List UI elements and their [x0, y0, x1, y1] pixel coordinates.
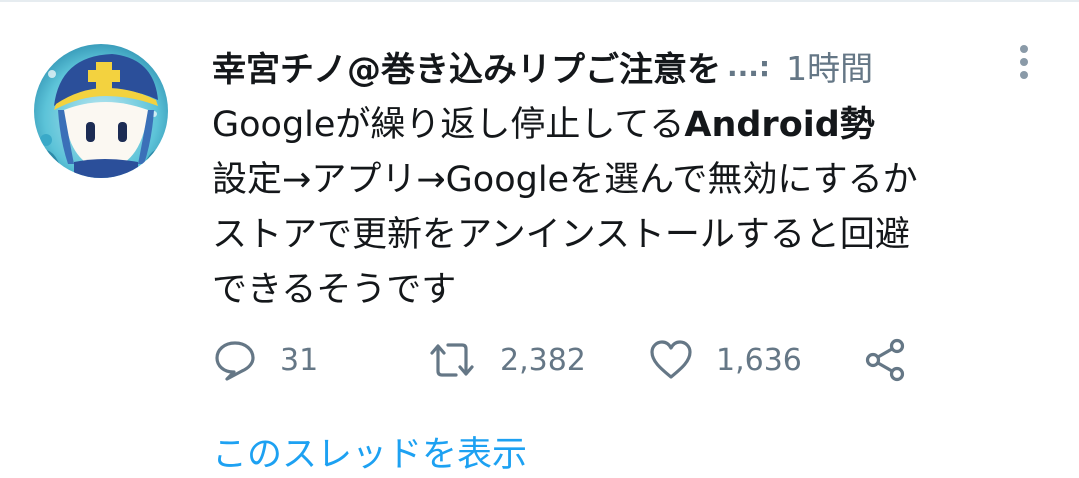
tweet-line-2: 設定→アプリ→Googleを選んで無効にするか	[212, 160, 918, 200]
tweet-line-3: ストアで更新をアンインストールすると回避	[212, 215, 910, 255]
share-nodes-icon	[865, 338, 905, 382]
tweet-line-1-bold: Android勢	[684, 105, 875, 145]
top-divider	[0, 0, 1079, 2]
vertical-dots-icon[interactable]	[1012, 42, 1036, 82]
heart-outline-icon	[650, 340, 692, 379]
like-button[interactable]: 1,636	[648, 332, 802, 388]
retweet-count: 2,382	[500, 342, 586, 378]
speech-bubble-icon	[215, 341, 255, 381]
avatar-image	[34, 44, 168, 178]
tweet-line-4: できるそうです	[212, 270, 457, 310]
timestamp[interactable]: 1時間	[786, 42, 873, 90]
tweet-actions: 31 2,382 1,636	[212, 332, 932, 388]
author-name[interactable]: 幸宮チノ@巻き込みリプご注意を	[212, 42, 721, 91]
show-thread-link[interactable]: このスレッドを表示	[212, 426, 527, 477]
tweet-content: 幸宮チノ@巻き込みリプご注意を ...: 1時間 Googleが繰り返し停止して…	[212, 40, 1042, 318]
retweet-arrows-icon	[430, 343, 474, 377]
tweet-line-1: Googleが繰り返し停止してるAndroid勢	[212, 98, 1042, 153]
avatar[interactable]	[34, 44, 168, 178]
share-button[interactable]	[862, 332, 908, 388]
reply-button[interactable]: 31	[212, 332, 318, 388]
retweet-button[interactable]: 2,382	[426, 332, 586, 388]
tweet-line-1-text: Googleが繰り返し停止してる	[212, 105, 685, 145]
tweet-header: 幸宮チノ@巻き込みリプご注意を ...: 1時間	[212, 40, 1042, 92]
name-truncation: ...:	[726, 49, 771, 83]
tweet-body: Googleが繰り返し停止してるAndroid勢 設定→アプリ→Googleを選…	[212, 98, 1042, 318]
reply-count: 31	[280, 342, 319, 378]
like-count: 1,636	[716, 342, 802, 378]
